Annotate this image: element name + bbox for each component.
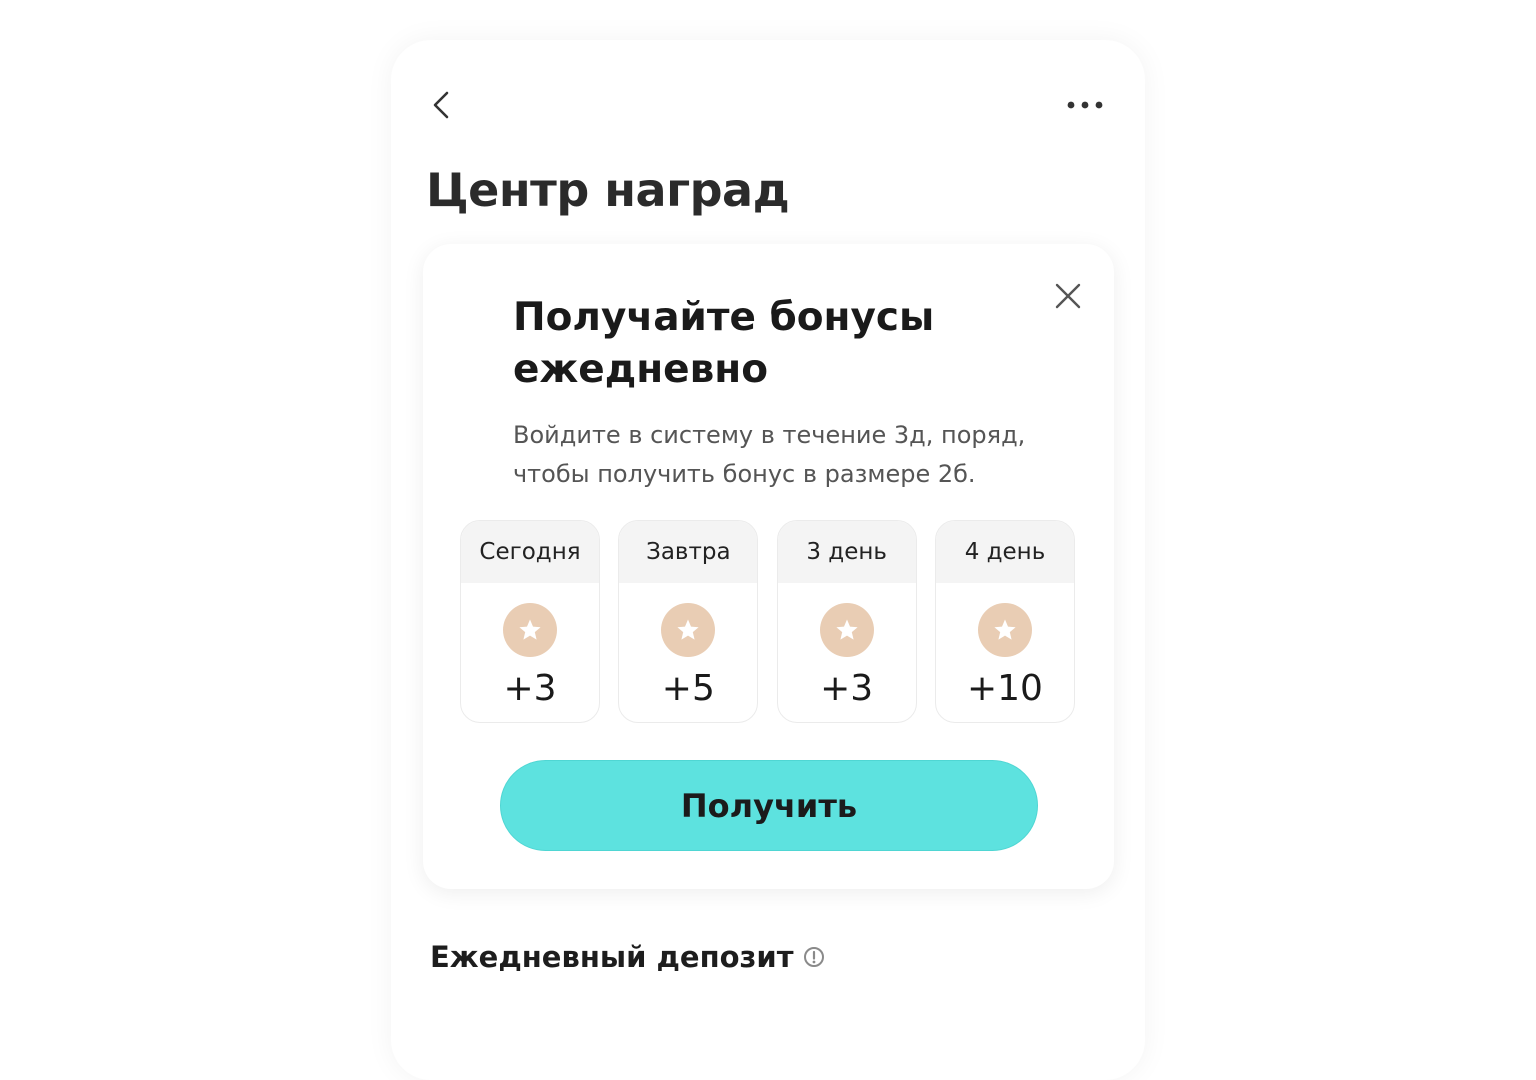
daily-deposit-title: Ежедневный депозит (430, 940, 825, 974)
star-coin-icon (661, 603, 716, 657)
more-dots-icon (1067, 101, 1103, 109)
day-card-tomorrow[interactable]: Завтра +5 (618, 520, 759, 723)
day-reward: +10 (966, 668, 1043, 709)
day-label: 4 день (935, 521, 1074, 583)
day-label: Завтра (619, 521, 758, 583)
more-button[interactable] (1062, 90, 1108, 120)
card-title: Получайте бонусы ежедневно (513, 295, 935, 392)
star-coin-icon (977, 603, 1032, 657)
day-reward: +3 (820, 668, 874, 709)
close-icon (1055, 283, 1081, 309)
day-card-4[interactable]: 4 день +10 (934, 520, 1075, 723)
card-description: Войдите в систему в течение 3д, поряд, ч… (513, 421, 1026, 488)
info-icon[interactable] (803, 946, 825, 968)
day-label: Сегодня (461, 521, 599, 583)
day-card-today[interactable]: Сегодня +3 (460, 520, 600, 723)
day-label: 3 день (777, 521, 916, 583)
days-row: Сегодня +3 Завтра +5 3 день +3 4 день +1… (460, 520, 1075, 725)
day-reward: +5 (661, 668, 715, 709)
page-title: Центр наград (426, 163, 790, 217)
claim-button[interactable]: Получить (500, 760, 1038, 851)
day-card-3[interactable]: 3 день +3 (776, 520, 917, 723)
close-card-button[interactable] (1050, 278, 1086, 314)
star-coin-icon (503, 603, 557, 657)
chevron-left-icon (433, 91, 449, 119)
star-coin-icon (819, 603, 874, 657)
day-reward: +3 (503, 668, 557, 709)
daily-deposit-label: Ежедневный депозит (430, 940, 794, 974)
back-button[interactable] (426, 86, 456, 124)
